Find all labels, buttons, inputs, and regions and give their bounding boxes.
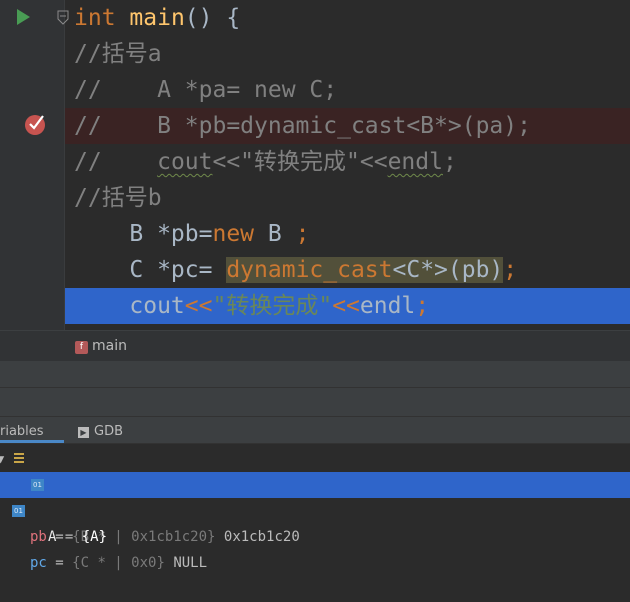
variables-tree[interactable]: ▼ pb = {B * | 0x1cb1c20} 0x1cb1c20 01 A … <box>0 444 630 571</box>
variable-name: pc <box>30 555 47 571</box>
debug-tabs: riables ▶ GDB <box>0 417 630 444</box>
code-line[interactable]: // cout<<"转换完成"<<endl; <box>65 144 630 180</box>
code-token: << <box>184 293 213 319</box>
code-line-current-execution[interactable]: cout<<"转换完成"<<endl; <box>65 288 630 324</box>
code-token: <<"转换完成"<< <box>212 149 388 175</box>
code-token: B *pb= <box>74 221 213 247</box>
code-token: main <box>129 5 185 31</box>
code-token: int <box>74 5 116 31</box>
debug-toolbar <box>0 361 630 388</box>
field-icon: 01 <box>31 479 44 491</box>
variable-value: NULL <box>173 555 208 571</box>
variable-type-info: {C * | 0x0} <box>72 555 165 571</box>
variable-type-info: {A} <box>81 529 108 545</box>
code-token: // B *pb=dynamic_cast<B*>(pa); <box>74 113 531 139</box>
pointer-variable-icon <box>14 453 24 465</box>
function-icon: f <box>75 341 88 354</box>
code-token: ; <box>295 221 310 247</box>
breadcrumb-label: main <box>92 338 127 354</box>
code-token: cout <box>74 293 185 319</box>
variable-row-pb[interactable]: ▼ pb = {B * | 0x1cb1c20} 0x1cb1c20 <box>0 446 630 545</box>
code-token: B <box>254 221 296 247</box>
code-line[interactable]: // A *pa= new C; <box>65 72 630 108</box>
code-token: << <box>332 293 360 319</box>
code-token: C *pc= <box>74 257 227 283</box>
code-token: cout <box>157 149 213 175</box>
code-token: () { <box>184 5 241 31</box>
editor-gutter[interactable] <box>0 0 65 330</box>
code-line[interactable]: //括号b <box>65 180 630 216</box>
run-icon[interactable] <box>15 8 31 26</box>
variable-value: 0x1cb1c20 <box>223 529 300 545</box>
breakpoint-icon[interactable] <box>24 113 48 137</box>
tab-label: GDB <box>94 424 124 439</box>
tab-variables[interactable]: riables <box>0 417 64 443</box>
variable-row-pc[interactable]: 01 pc = {C * | 0x0} NULL <box>0 498 630 571</box>
code-line[interactable]: //括号a <box>65 36 630 72</box>
debug-frames-bar <box>0 388 630 417</box>
code-token: ; <box>415 293 430 319</box>
code-token: endl <box>359 293 416 319</box>
code-token: ; <box>503 257 518 283</box>
code-token: // A *pa= new C; <box>74 77 338 103</box>
code-token: endl <box>387 149 443 175</box>
code-editor[interactable]: int main() { //括号a // A *pa= new C; // B… <box>0 0 630 330</box>
tab-label: riables <box>0 424 44 439</box>
code-line-breakpoint[interactable]: // B *pb=dynamic_cast<B*>(pa); <box>65 108 630 144</box>
active-tab-indicator <box>0 440 64 443</box>
variable-row-A[interactable]: 01 A = {A} <box>0 472 630 545</box>
code-token: //括号b <box>74 185 162 211</box>
tab-gdb[interactable]: ▶ GDB <box>78 417 123 443</box>
breadcrumb: f main <box>0 330 630 361</box>
code-line[interactable]: int main() { <box>65 0 630 36</box>
code-line[interactable]: B *pb=new B ; <box>65 216 630 252</box>
code-token: ; <box>442 149 457 175</box>
variable-name: A <box>48 529 57 545</box>
field-icon: 01 <box>12 505 25 517</box>
code-token: dynamic_cast <box>226 257 393 283</box>
breadcrumb-item-main[interactable]: f main <box>75 337 127 355</box>
code-token: //括号a <box>74 41 162 67</box>
code-line[interactable]: C *pc= dynamic_cast<C*>(pb); <box>65 252 630 288</box>
code-token: <C*>(pb) <box>392 257 504 283</box>
code-token: new <box>212 221 255 247</box>
console-icon: ▶ <box>78 427 89 438</box>
code-token: // <box>74 149 158 175</box>
expand-arrow-icon[interactable]: ▼ <box>0 446 4 472</box>
code-token: "转换完成" <box>212 293 333 319</box>
